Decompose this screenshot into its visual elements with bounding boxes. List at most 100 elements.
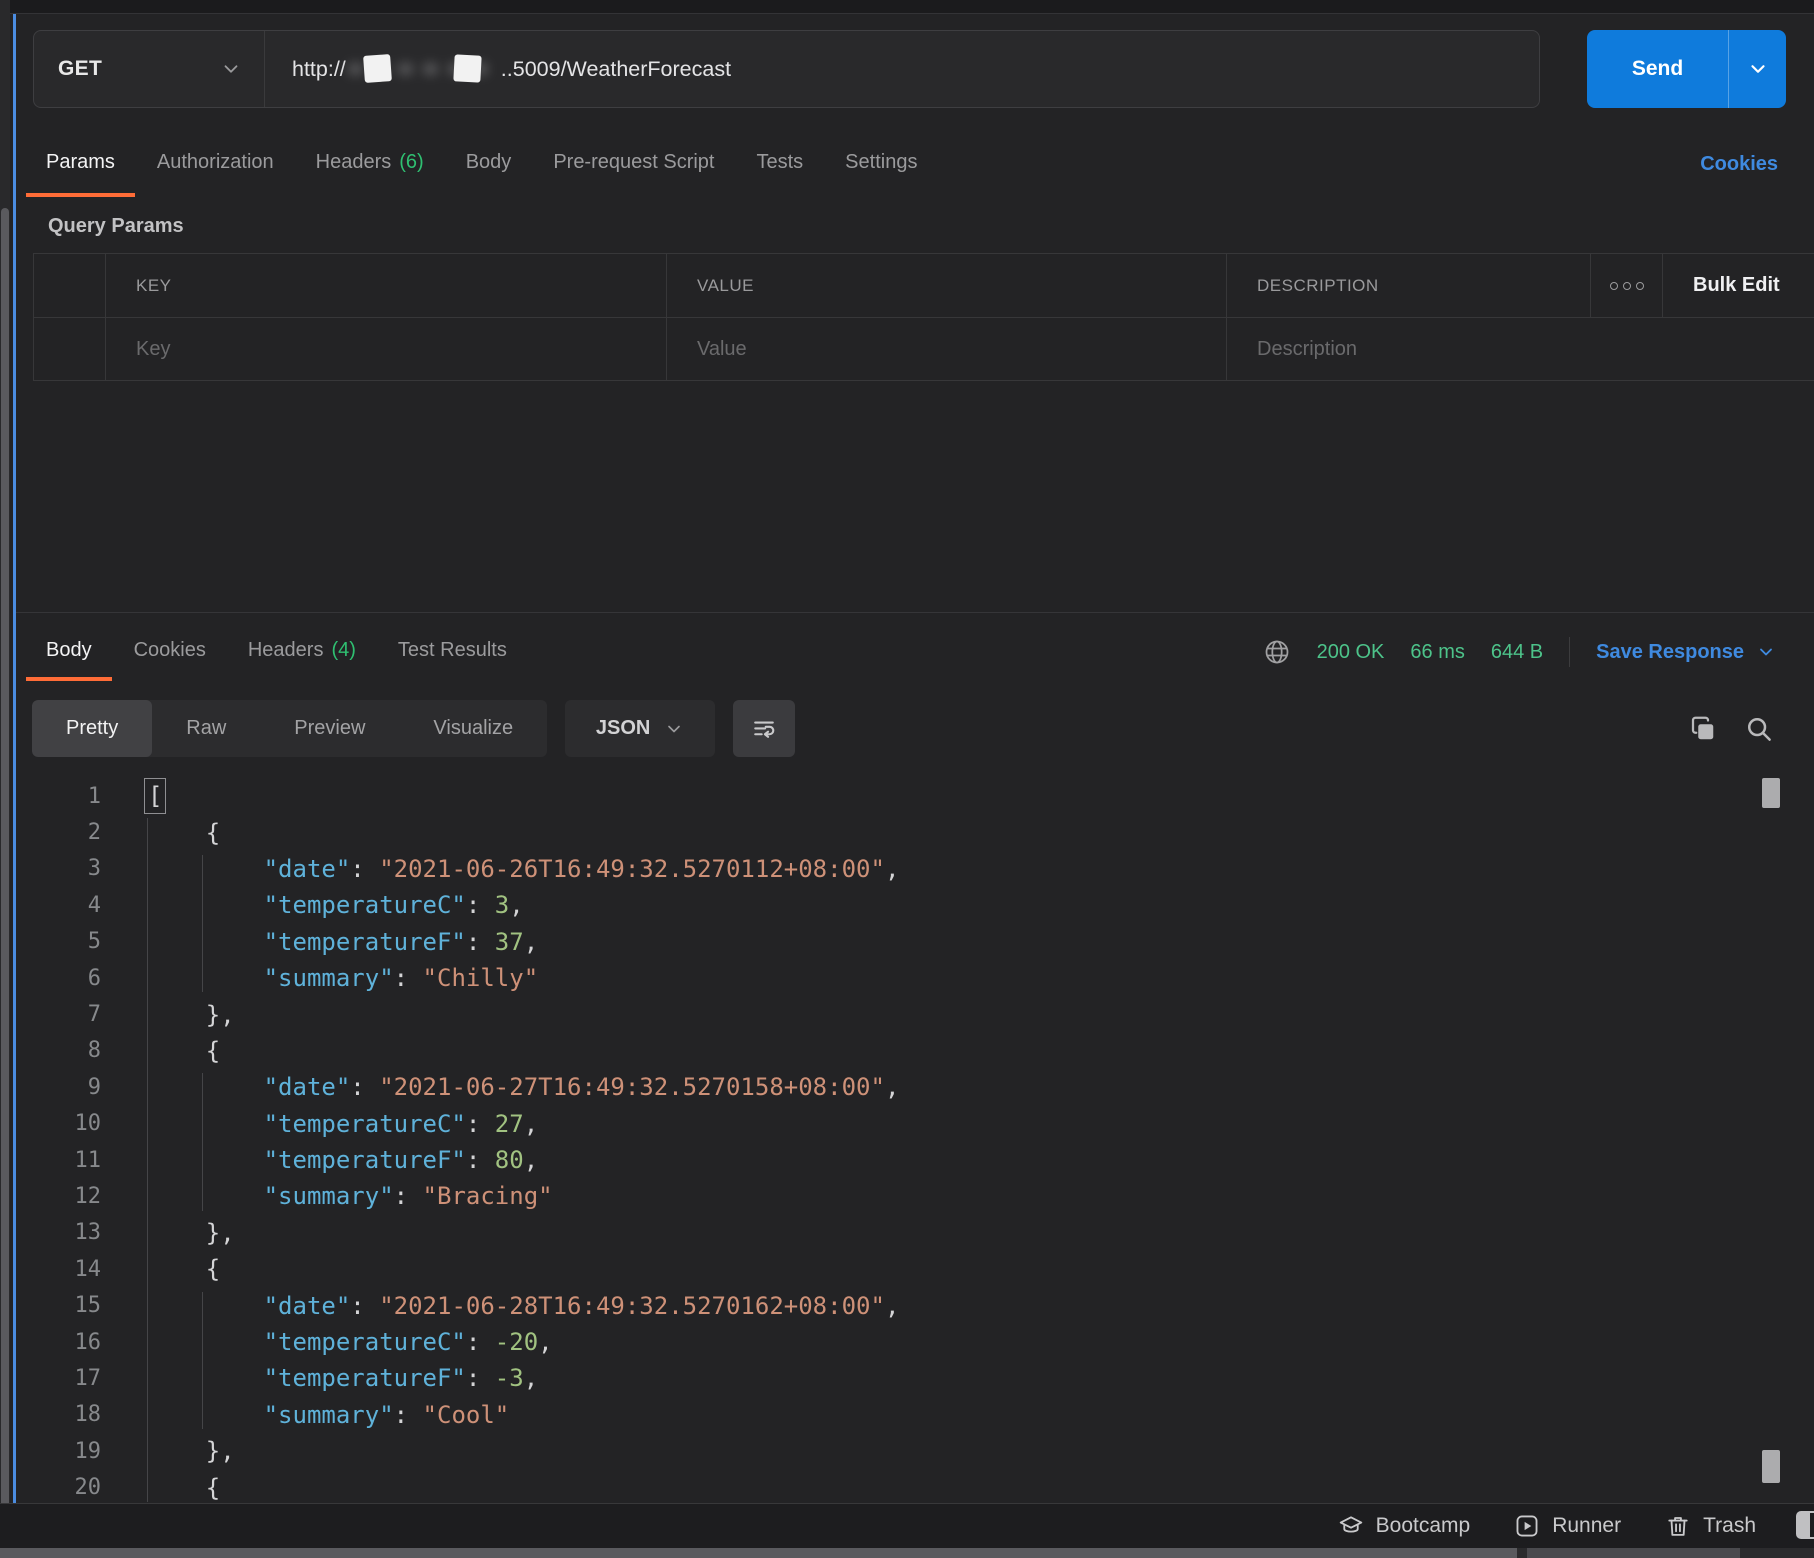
wrap-text-icon bbox=[750, 715, 778, 743]
line-number: 15 bbox=[16, 1293, 101, 1318]
bulk-edit-button[interactable]: Bulk Edit bbox=[1662, 254, 1814, 317]
code-line: 15 "date": "2021-06-28T16:49:32.5270162+… bbox=[16, 1287, 1814, 1323]
tab-authorization[interactable]: Authorization bbox=[137, 131, 294, 197]
send-split-button: Send bbox=[1587, 30, 1786, 108]
chevron-down-icon bbox=[664, 719, 684, 739]
response-size[interactable]: 644 B bbox=[1491, 641, 1543, 664]
code-line: 19 }, bbox=[16, 1433, 1814, 1469]
copy-icon bbox=[1688, 714, 1718, 744]
url-suffix: ..5009/WeatherForecast bbox=[501, 57, 731, 82]
url-input[interactable]: http:// ..5009/WeatherForecast bbox=[265, 31, 1539, 107]
save-response-button[interactable]: Save Response bbox=[1596, 641, 1776, 664]
row-checkbox-cell[interactable] bbox=[33, 318, 105, 380]
line-number: 2 bbox=[16, 820, 101, 845]
code-line: 1[ bbox=[16, 778, 1814, 814]
url-prefix: http:// bbox=[292, 57, 346, 82]
sidebar-scrollbar-thumb[interactable] bbox=[1, 208, 9, 1517]
line-number: 17 bbox=[16, 1366, 101, 1391]
code-toolbar-icons bbox=[1688, 714, 1774, 744]
method-label: GET bbox=[58, 57, 102, 81]
view-mode-preview[interactable]: Preview bbox=[260, 700, 399, 757]
query-params-header-row: KEY VALUE DESCRIPTION Bulk Edit bbox=[33, 253, 1814, 317]
code-line: 11 "temperatureF": 80, bbox=[16, 1142, 1814, 1178]
line-number: 6 bbox=[16, 966, 101, 991]
footer-trash-button[interactable]: Trash bbox=[1665, 1513, 1756, 1539]
description-input[interactable]: Description bbox=[1226, 318, 1814, 380]
code-line: 2 { bbox=[16, 814, 1814, 850]
code-line: 8 { bbox=[16, 1033, 1814, 1069]
params-more-options-button[interactable] bbox=[1590, 254, 1662, 317]
response-time[interactable]: 66 ms bbox=[1410, 641, 1464, 664]
line-number: 12 bbox=[16, 1184, 101, 1209]
select-all-cell[interactable] bbox=[33, 254, 105, 317]
tab-pre-request-script[interactable]: Pre-request Script bbox=[533, 131, 734, 197]
request-tabs: ParamsAuthorizationHeaders(6)BodyPre-req… bbox=[16, 131, 1814, 197]
tab-body[interactable]: Body bbox=[26, 623, 112, 681]
description-column-header: DESCRIPTION bbox=[1226, 254, 1590, 317]
tab-body[interactable]: Body bbox=[446, 131, 532, 197]
line-number: 4 bbox=[16, 893, 101, 918]
tab-settings[interactable]: Settings bbox=[825, 131, 937, 197]
footer-bootcamp-button[interactable]: Bootcamp bbox=[1338, 1513, 1471, 1539]
runner-icon bbox=[1514, 1513, 1540, 1539]
send-options-button[interactable] bbox=[1729, 30, 1786, 108]
indent-guide bbox=[202, 1073, 203, 1211]
scrollbar-thumb-bottom[interactable] bbox=[1762, 1450, 1780, 1483]
value-column-header: VALUE bbox=[666, 254, 1226, 317]
window-top-strip bbox=[0, 0, 1814, 14]
line-number: 11 bbox=[16, 1148, 101, 1173]
status-divider bbox=[1569, 637, 1570, 667]
vertical-scrollbar-thumb[interactable] bbox=[1762, 778, 1780, 808]
view-mode-raw[interactable]: Raw bbox=[152, 700, 260, 757]
search-button[interactable] bbox=[1744, 714, 1774, 744]
chevron-down-icon bbox=[220, 58, 242, 80]
line-number: 14 bbox=[16, 1257, 101, 1282]
send-button[interactable]: Send bbox=[1587, 30, 1728, 108]
line-number: 9 bbox=[16, 1075, 101, 1100]
panel-toggle-icon[interactable] bbox=[1796, 1511, 1814, 1539]
response-tabs: BodyCookiesHeaders(4)Test Results bbox=[26, 623, 529, 681]
footer-item-label: Runner bbox=[1552, 1514, 1621, 1538]
tab-test-results[interactable]: Test Results bbox=[378, 623, 527, 681]
code-line: 16 "temperatureC": -20, bbox=[16, 1324, 1814, 1360]
dot-icon bbox=[1623, 282, 1631, 290]
tab-tests[interactable]: Tests bbox=[736, 131, 823, 197]
status-code[interactable]: 200 OK bbox=[1317, 641, 1385, 664]
view-mode-pretty[interactable]: Pretty bbox=[32, 700, 152, 757]
line-number: 13 bbox=[16, 1220, 101, 1245]
line-number: 16 bbox=[16, 1330, 101, 1355]
code-line: 13 }, bbox=[16, 1215, 1814, 1251]
horizontal-scrollbar-thumb-2[interactable] bbox=[1527, 1548, 1740, 1558]
horizontal-scrollbar-thumb[interactable] bbox=[0, 1548, 1517, 1558]
format-dropdown[interactable]: JSON bbox=[565, 700, 715, 757]
line-number: 18 bbox=[16, 1402, 101, 1427]
query-params-input-row: Key Value Description bbox=[33, 317, 1814, 381]
copy-button[interactable] bbox=[1688, 714, 1718, 744]
cookies-link[interactable]: Cookies bbox=[1700, 131, 1778, 197]
dot-icon bbox=[1610, 282, 1618, 290]
value-input[interactable]: Value bbox=[666, 318, 1226, 380]
code-line: 9 "date": "2021-06-27T16:49:32.5270158+0… bbox=[16, 1069, 1814, 1105]
key-input[interactable]: Key bbox=[105, 318, 666, 380]
view-mode-visualize[interactable]: Visualize bbox=[399, 700, 547, 757]
code-lines: 1[2 {3 "date": "2021-06-26T16:49:32.5270… bbox=[16, 778, 1814, 1506]
footer-item-label: Bootcamp bbox=[1376, 1514, 1471, 1538]
request-url-row: GET http:// ..5009/WeatherForecast Send bbox=[33, 30, 1786, 108]
indent-guide bbox=[147, 818, 148, 1502]
redacted-url-segment bbox=[346, 52, 501, 86]
dot-icon bbox=[1636, 282, 1644, 290]
tab-headers[interactable]: Headers(6) bbox=[296, 131, 444, 197]
footer-runner-button[interactable]: Runner bbox=[1514, 1513, 1621, 1539]
tab-params[interactable]: Params bbox=[26, 131, 135, 197]
wrap-lines-button[interactable] bbox=[733, 700, 795, 757]
postman-dark-window: { "request_bar": { "method": "GET", "url… bbox=[0, 0, 1814, 1558]
line-number: 3 bbox=[16, 856, 101, 881]
tab-headers[interactable]: Headers(4) bbox=[228, 623, 376, 681]
query-params-title: Query Params bbox=[48, 215, 184, 238]
code-line: 17 "temperatureF": -3, bbox=[16, 1360, 1814, 1396]
tab-cookies[interactable]: Cookies bbox=[114, 623, 226, 681]
chevron-down-icon bbox=[1747, 58, 1769, 80]
method-dropdown[interactable]: GET bbox=[34, 31, 264, 107]
line-number: 20 bbox=[16, 1475, 101, 1500]
code-line: 6 "summary": "Chilly" bbox=[16, 960, 1814, 996]
